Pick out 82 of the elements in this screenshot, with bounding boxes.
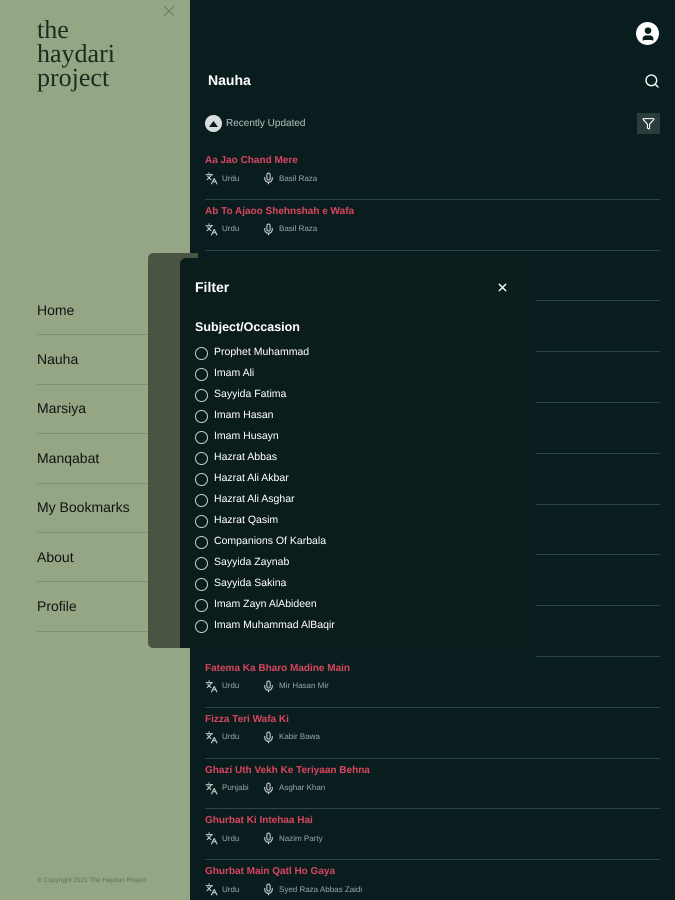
radio-button[interactable] [195, 536, 208, 549]
microphone-icon [262, 782, 275, 795]
search-icon[interactable] [644, 72, 660, 88]
song-language: Urdu [222, 172, 240, 184]
logo: the haydari project [37, 18, 115, 90]
language-icon [205, 730, 218, 744]
song-title[interactable]: Aa Jao Chand Mere [205, 154, 298, 168]
filter-option[interactable]: Companions Of Karbala [195, 532, 326, 553]
microphone-icon [262, 883, 275, 896]
microphone-icon [262, 222, 275, 236]
nav-item[interactable]: About [37, 546, 74, 568]
profile-button[interactable] [636, 22, 659, 45]
song-title[interactable]: Ghurbat Main Qatl Ho Gaya [205, 865, 336, 880]
language-icon [205, 832, 218, 846]
radio-button[interactable] [195, 598, 208, 612]
sort-button[interactable]: Recently Updated [205, 115, 306, 132]
filter-icon [642, 117, 655, 130]
radio-button[interactable] [195, 388, 208, 402]
radio-button[interactable] [195, 430, 208, 444]
radio-button[interactable] [195, 368, 208, 381]
song-reciter: Basil Raza [279, 172, 318, 184]
filter-option[interactable]: Sayyida Zaynab [195, 552, 290, 574]
radio-button[interactable] [195, 452, 208, 465]
filter-option[interactable]: Sayyida Sakina [195, 574, 286, 595]
song-reciter: Basil Raza [279, 223, 318, 236]
radio-button[interactable] [195, 514, 208, 528]
radio-button[interactable] [195, 410, 208, 423]
microphone-icon [262, 172, 275, 185]
microphone-icon [262, 730, 275, 744]
language-icon [205, 680, 218, 693]
filter-option[interactable]: Hazrat Qasim [195, 510, 278, 532]
filter-option[interactable]: Imam Zayn AlAbideen [195, 594, 317, 616]
song-language: Urdu [222, 832, 240, 845]
filter-option[interactable]: Hazrat Ali Akbar [195, 468, 289, 490]
song-title[interactable]: Ghurbat Ki Intehaa Hai [205, 814, 313, 828]
language-icon [205, 782, 218, 795]
song-reciter: Mir Hasan Mir [279, 680, 329, 692]
song-language: Punjabi [222, 782, 250, 794]
song-reciter: Asghar Khan [279, 782, 326, 794]
section-title: Subject/Occasion [195, 319, 300, 336]
filter-option[interactable]: Prophet Muhammad [195, 342, 310, 364]
song-language: Urdu [222, 680, 240, 692]
song-reciter: Syed Raza Abbas Zaidi [279, 884, 362, 896]
nav-item[interactable]: Marsiya [37, 398, 86, 420]
radio-button[interactable] [195, 472, 208, 486]
filter-option[interactable]: Imam Husayn [195, 426, 279, 448]
radio-button[interactable] [195, 494, 208, 507]
microphone-icon [262, 680, 275, 693]
filter-option[interactable]: Imam Ali [195, 364, 254, 385]
close-icon[interactable] [496, 281, 509, 294]
nav-item[interactable]: My Bookmarks [37, 497, 130, 518]
song-language: Urdu [222, 731, 240, 744]
song-title[interactable]: Fizza Teri Wafa Ki [205, 712, 289, 727]
song-language: Urdu [222, 223, 240, 236]
nav-item[interactable]: Manqabat [37, 448, 100, 469]
filter-option[interactable]: Imam Hasan [195, 406, 274, 427]
filter-option[interactable]: Sayyida Fatima [195, 384, 286, 406]
song-title[interactable]: Fatema Ka Bharo Madine Main [205, 662, 350, 676]
radio-button[interactable] [195, 620, 208, 633]
radio-button[interactable] [195, 578, 208, 591]
nav-item[interactable]: Profile [37, 596, 77, 618]
language-icon [205, 883, 218, 896]
song-title[interactable]: Ghazi Uth Vekh Ke Teriyaan Behna [205, 764, 370, 778]
song-reciter: Nazim Party [279, 832, 323, 845]
song-title[interactable]: Ab To Ajaoo Shehnshah e Wafa [205, 204, 354, 219]
triangle-icon [209, 120, 218, 126]
language-icon [205, 172, 218, 185]
filter-option[interactable]: Imam Muhammad AlBaqir [195, 616, 335, 637]
radio-button[interactable] [195, 346, 208, 360]
filter-option[interactable]: Hazrat Abbas [195, 448, 278, 469]
language-icon [205, 222, 218, 236]
radio-button[interactable] [195, 556, 208, 570]
song-language: Urdu [222, 884, 240, 896]
filter-button[interactable] [637, 113, 660, 134]
nav-item[interactable]: Home [37, 300, 74, 321]
song-reciter: Kabir Bawa [279, 731, 320, 744]
dialog-title: Filter [195, 278, 230, 297]
user-icon [640, 26, 656, 42]
nav-item[interactable]: Nauha [37, 349, 78, 370]
microphone-icon [262, 832, 275, 846]
page-title: Nauha [208, 71, 251, 90]
filter-option[interactable]: Hazrat Ali Asghar [195, 490, 295, 511]
